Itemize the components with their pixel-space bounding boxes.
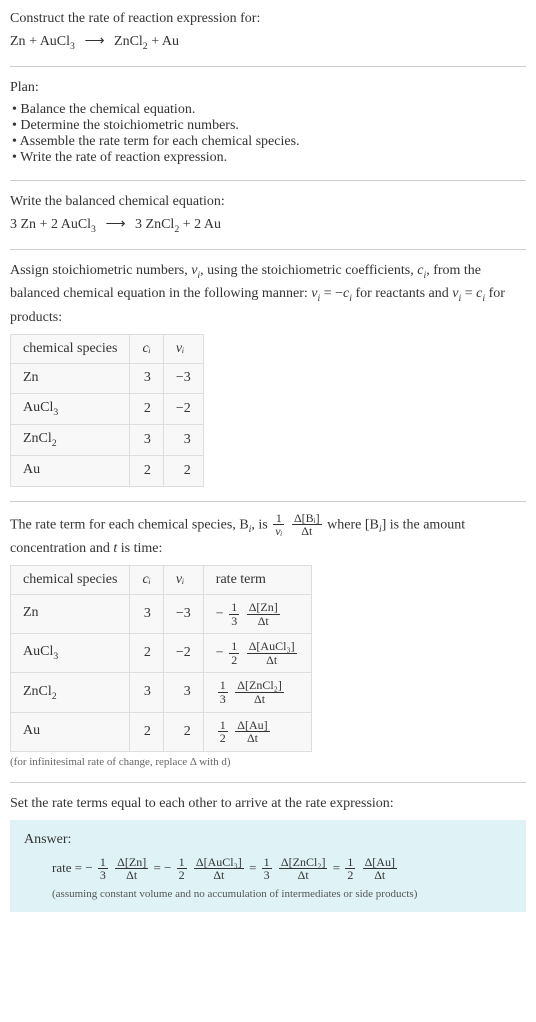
table-header-row: chemical species cᵢ νᵢ — [11, 334, 204, 363]
construct-title: Construct the rate of reaction expressio… — [10, 8, 526, 29]
answer-label: Answer: — [24, 832, 512, 848]
species-aucl3: AuCl3 — [40, 34, 75, 49]
rate-expression: rate = − 13 Δ[Zn]Δt = − 12 Δ[AuCl₃]Δt = … — [24, 856, 512, 882]
divider — [10, 66, 526, 67]
list-item: Balance the chemical equation. — [12, 102, 526, 118]
balanced-equation-section: Write the balanced chemical equation: 3 … — [10, 191, 526, 235]
unbalanced-equation: Zn + AuCl3 ⟶ ZnCl2 + Au — [10, 33, 526, 52]
col-nui: νᵢ — [163, 565, 203, 594]
col-nui: νᵢ — [163, 334, 203, 363]
balanced-equation: 3 Zn + 2 AuCl3 ⟶ 3 ZnCl2 + 2 Au — [10, 216, 526, 235]
list-item: Determine the stoichiometric numbers. — [12, 118, 526, 134]
reaction-arrow-icon: ⟶ — [105, 216, 125, 233]
list-item: Assemble the rate term for each chemical… — [12, 134, 526, 150]
infinitesimal-note: (for infinitesimal rate of change, repla… — [10, 756, 526, 768]
fraction-icon: Δ[Bᵢ]Δt — [292, 512, 322, 538]
stoich-table: chemical species cᵢ νᵢ Zn 3 −3 AuCl3 2 −… — [10, 334, 204, 487]
table-row: Zn 3 −3 − 13 Δ[Zn]Δt — [11, 594, 312, 633]
rate-term-section: The rate term for each chemical species,… — [10, 512, 526, 768]
col-ci: cᵢ — [130, 565, 163, 594]
table-row: AuCl3 2 −2 − 12 Δ[AuCl₃]Δt — [11, 634, 312, 673]
stoich-intro: Assign stoichiometric numbers, νi, using… — [10, 260, 526, 328]
rate-term-table: chemical species cᵢ νᵢ rate term Zn 3 −3… — [10, 565, 312, 752]
list-item: Write the rate of reaction expression. — [12, 150, 526, 166]
species-zncl2: ZnCl2 — [114, 34, 148, 49]
table-header-row: chemical species cᵢ νᵢ rate term — [11, 565, 312, 594]
species-au: Au — [162, 34, 179, 49]
table-row: ZnCl2 3 3 — [11, 425, 204, 456]
plan: Plan: Balance the chemical equation. Det… — [10, 77, 526, 166]
header: Construct the rate of reaction expressio… — [10, 8, 526, 52]
divider — [10, 782, 526, 783]
plan-title: Plan: — [10, 77, 526, 98]
col-species: chemical species — [11, 565, 130, 594]
final-title: Set the rate terms equal to each other t… — [10, 793, 526, 814]
divider — [10, 249, 526, 250]
reaction-arrow-icon: ⟶ — [84, 33, 104, 50]
divider — [10, 180, 526, 181]
col-ci: cᵢ — [130, 334, 163, 363]
fraction-icon: 1νᵢ — [273, 512, 284, 538]
col-rate-term: rate term — [203, 565, 311, 594]
table-row: AuCl3 2 −2 — [11, 394, 204, 425]
table-row: Zn 3 −3 — [11, 363, 204, 394]
assumption-note: (assuming constant volume and no accumul… — [24, 888, 512, 900]
stoich-section: Assign stoichiometric numbers, νi, using… — [10, 260, 526, 487]
balanced-title: Write the balanced chemical equation: — [10, 191, 526, 212]
answer-box: Answer: rate = − 13 Δ[Zn]Δt = − 12 Δ[AuC… — [10, 820, 526, 912]
final-answer-section: Set the rate terms equal to each other t… — [10, 793, 526, 912]
plan-list: Balance the chemical equation. Determine… — [10, 102, 526, 166]
species-zn: Zn — [10, 34, 26, 49]
rate-intro: The rate term for each chemical species,… — [10, 512, 526, 559]
col-species: chemical species — [11, 334, 130, 363]
table-row: Au 2 2 12 Δ[Au]Δt — [11, 712, 312, 751]
divider — [10, 501, 526, 502]
table-row: Au 2 2 — [11, 455, 204, 486]
table-row: ZnCl2 3 3 13 Δ[ZnCl₂]Δt — [11, 673, 312, 712]
